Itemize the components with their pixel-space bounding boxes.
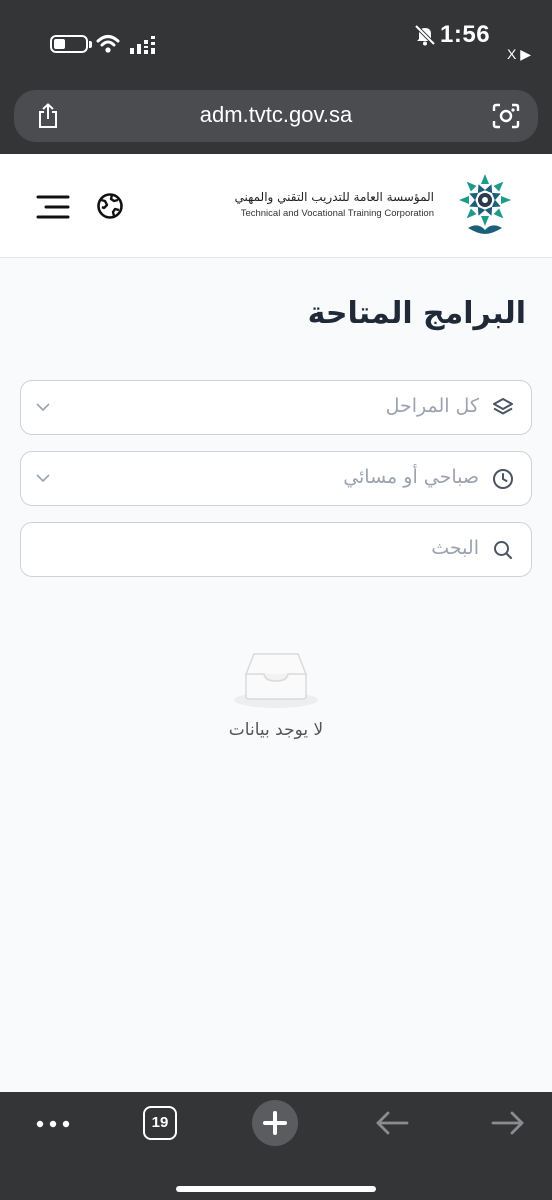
search-placeholder: البحث [431,537,479,559]
cellular-signal-icon [130,36,155,54]
page-title: البرامج المتاحة [307,296,526,331]
globe-icon[interactable] [96,192,124,220]
search-input[interactable]: البحث [20,522,532,577]
browser-top-chrome: 1:56 X ▶ adm.tvtc.gov.sa [0,0,552,154]
back-arrow-icon[interactable] [374,1110,410,1136]
more-options-icon[interactable] [36,1120,70,1128]
tvtc-logo[interactable]: المؤسسة العامة للتدريب التقني والمهني Te… [234,172,520,242]
stage-select[interactable]: كل المراحل [20,380,532,435]
new-tab-button[interactable] [252,1100,298,1146]
camera-lens-icon[interactable] [492,103,520,129]
bell-off-icon [414,24,436,46]
search-icon [494,541,513,560]
battery-icon [50,35,92,53]
empty-inbox-icon [234,653,318,708]
logo-arabic-text: المؤسسة العامة للتدريب التقني والمهني [234,190,434,204]
wifi-icon [96,35,120,53]
shift-select-placeholder: صباحي أو مسائي [343,466,479,488]
chevron-down-icon [36,403,50,412]
logo-english-text: Technical and Vocational Training Corpor… [240,208,434,219]
forward-arrow-icon[interactable] [490,1110,526,1136]
menu-icon[interactable] [36,194,70,220]
back-to-app-link[interactable]: X ▶ [507,46,531,63]
home-indicator [176,1186,376,1192]
clock-icon [493,469,513,489]
chevron-down-icon [36,474,50,483]
browser-bottom-toolbar: 19 [0,1092,552,1200]
shift-select[interactable]: صباحي أو مسائي [20,451,532,506]
empty-state-text: لا يوجد بيانات [228,720,324,740]
status-time: 1:56 [440,21,491,48]
tabs-button[interactable]: 19 [143,1106,177,1140]
stage-select-placeholder: كل المراحل [385,395,479,417]
empty-state: لا يوجد بيانات [200,640,352,750]
logo-emblem-icon [459,174,511,234]
url-text[interactable]: adm.tvtc.gov.sa [114,102,438,128]
share-icon[interactable] [36,103,60,129]
layers-icon [493,398,513,415]
site-header: المؤسسة العامة للتدريب التقني والمهني Te… [0,154,552,258]
status-bar: 1:56 X ▶ [0,0,552,80]
address-bar[interactable]: adm.tvtc.gov.sa [14,90,538,142]
